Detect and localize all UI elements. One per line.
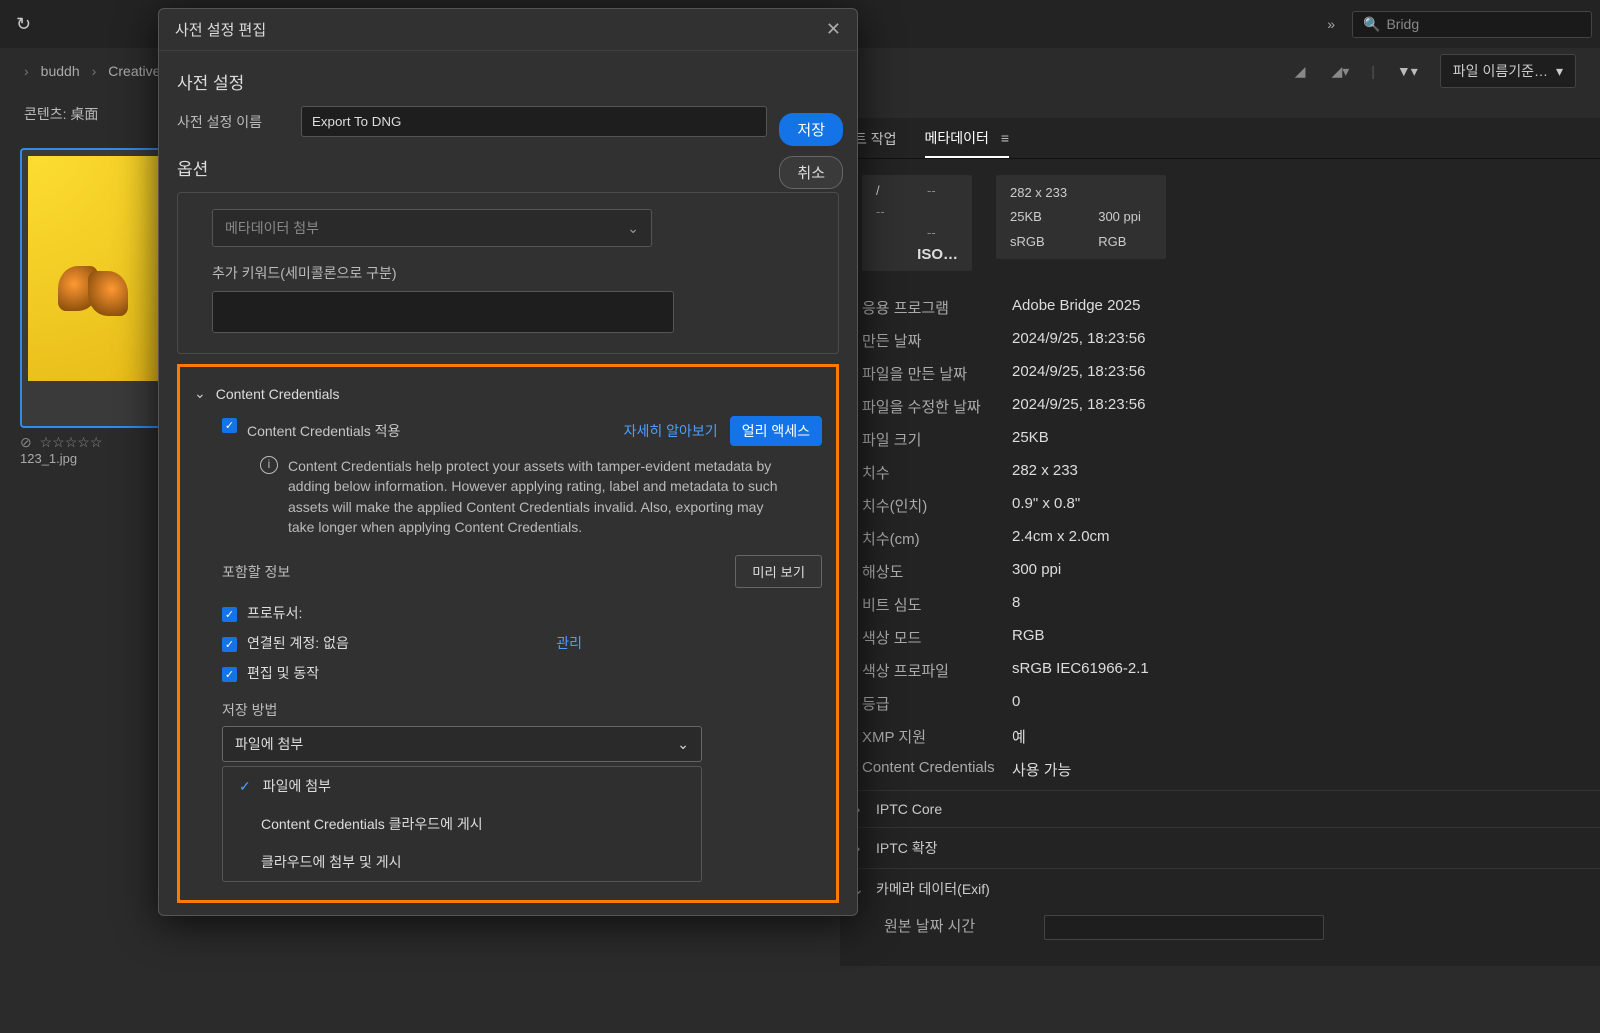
thumbnail-item[interactable]: ⊘ ☆☆☆☆☆ 123_1.jpg [20,148,175,466]
preset-edit-dialog: 사전 설정 편집 ✕ 사전 설정 사전 설정 이름 저장 취소 옵션 메타데이터… [158,8,858,916]
reject-icon[interactable]: ⊘ [20,434,32,450]
sort-label: 파일 이름기준… [1453,61,1548,81]
preset-name-label: 사전 설정 이름 [177,112,287,132]
apply-cc-label: Content Credentials 적용 [247,421,400,441]
save-method-value: 파일에 첨부 [235,734,303,754]
metadata-panel: 트 작업 메타데이터 ≡ /-- -- -- ISO… 282 x 233 25… [840,118,1600,966]
breadcrumb-item[interactable]: Creative [108,63,160,79]
save-method-label: 저장 방법 [194,688,822,726]
learn-more-link[interactable]: 자세히 알아보기 [624,421,718,441]
cancel-button[interactable]: 취소 [779,156,843,189]
chevron-down-icon: ⌄ [627,220,639,237]
section-iptc-ext[interactable]: › IPTC 확장 [840,827,1600,868]
thumbnail-filename: 123_1.jpg [20,451,175,466]
metadata-fields: 응용 프로그램Adobe Bridge 2025 만든 날짜2024/9/25,… [840,287,1600,790]
linked-account-label: 연결된 계정: 없음 [247,633,349,653]
save-method-option-both[interactable]: 클라우드에 첨부 및 게시 [223,843,701,881]
sort-asc-icon[interactable]: ◢ [1291,63,1310,80]
tab-tasks[interactable]: 트 작업 [854,121,897,157]
content-credentials-section: ⌄ Content Credentials ✓ Content Credenti… [177,364,839,903]
iso-label: ISO… [876,246,958,263]
info-icon: i [260,456,278,474]
early-access-badge: 얼리 액세스 [730,416,822,446]
preset-name-input[interactable] [301,106,767,137]
panel-menu-icon[interactable]: ≡ [1001,130,1009,146]
options-heading: 옵션 [177,155,839,180]
producer-label: 프로듀서: [247,603,302,623]
metadata-attach-label: 메타데이터 첨부 [225,218,319,238]
preview-button[interactable]: 미리 보기 [735,555,822,588]
preset-heading: 사전 설정 [177,69,839,94]
search-input[interactable]: 🔍 Bridg [1352,11,1592,38]
edit-behavior-label: 편집 및 동작 [247,663,319,683]
file-summary-block: 282 x 233 25KB300 ppi sRGBRGB [996,175,1166,259]
refresh-icon[interactable]: ↻ [8,14,39,35]
chevron-right-icon: › [92,63,97,79]
star-rating[interactable]: ☆☆☆☆☆ [40,434,103,450]
metadata-attach-select[interactable]: 메타데이터 첨부 ⌄ [212,209,652,247]
tab-metadata[interactable]: 메타데이터 ≡ [925,120,1009,158]
cc-header-label: Content Credentials [216,386,340,402]
options-box: 메타데이터 첨부 ⌄ 추가 키워드(세미콜론으로 구분) [177,192,839,354]
close-icon[interactable]: ✕ [826,19,841,40]
include-info-label: 포함할 정보 [222,562,290,582]
exif-orig-date-input[interactable] [1044,915,1324,940]
chevron-right-icon: › [24,63,29,79]
dialog-title: 사전 설정 편집 [175,19,266,40]
producer-checkbox[interactable]: ✓ [222,607,237,622]
thumbnail-frame [20,148,175,428]
keywords-label: 추가 키워드(세미콜론으로 구분) [212,263,822,283]
sort-desc-icon[interactable]: ◢▾ [1327,63,1353,80]
manage-link[interactable]: 관리 [556,633,582,653]
filter-icon[interactable]: ▼▾ [1393,63,1422,80]
save-method-option-attach[interactable]: 파일에 첨부 [223,767,701,805]
keywords-input[interactable] [212,291,674,333]
save-method-select[interactable]: 파일에 첨부 ⌄ [222,726,702,762]
tab-metadata-label: 메타데이터 [925,130,989,146]
cc-description: Content Credentials help protect your as… [288,456,792,537]
save-button[interactable]: 저장 [779,113,843,146]
camera-summary-block: /-- -- -- ISO… [862,175,972,271]
breadcrumb-item[interactable]: buddh [41,63,80,79]
save-method-option-cloud[interactable]: Content Credentials 클라우드에 게시 [223,805,701,843]
exif-orig-date-label: 원본 날짜 시간 [884,915,1034,940]
chevron-down-icon[interactable]: ⌄ [194,385,206,402]
search-placeholder: Bridg [1386,16,1419,32]
thumbnail-image [28,156,167,381]
overflow-icon[interactable]: » [1315,16,1344,32]
linked-account-checkbox[interactable]: ✓ [222,637,237,652]
chevron-down-icon: ▾ [1556,63,1563,80]
sort-dropdown[interactable]: 파일 이름기준… ▾ [1440,54,1576,88]
edit-behavior-checkbox[interactable]: ✓ [222,667,237,682]
section-exif[interactable]: ⌄ 카메라 데이터(Exif) [840,868,1600,909]
section-iptc-core[interactable]: › IPTC Core [840,790,1600,827]
chevron-down-icon: ⌄ [677,736,689,753]
apply-cc-checkbox[interactable]: ✓ [222,418,237,433]
search-icon: 🔍 [1363,16,1380,33]
save-method-dropdown: 파일에 첨부 Content Credentials 클라우드에 게시 클라우드… [222,766,702,882]
